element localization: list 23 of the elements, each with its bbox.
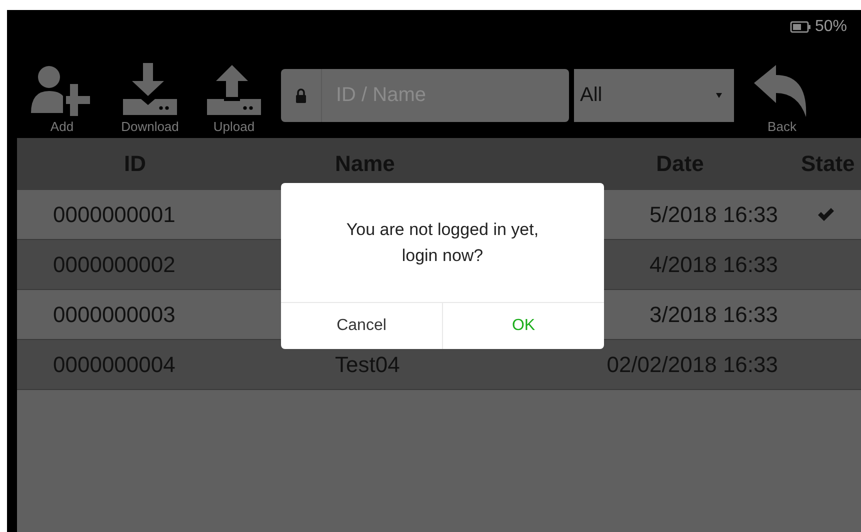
id-cell: 0000000004 xyxy=(53,352,176,376)
upload-icon xyxy=(205,63,263,117)
caret-icon xyxy=(716,93,722,98)
confirm-button[interactable]: OK xyxy=(443,303,604,349)
date-cell: 02/02/2018 16:33 xyxy=(606,352,778,376)
download-button[interactable]: Download xyxy=(121,63,179,134)
lock-icon xyxy=(295,88,307,103)
back-button[interactable]: Back xyxy=(754,65,810,134)
add-button[interactable]: Add xyxy=(29,63,95,134)
filter-dropdown[interactable]: All xyxy=(574,69,734,122)
id-cell: 0000000001 xyxy=(53,202,176,226)
id-cell: 0000000002 xyxy=(53,252,176,276)
id-cell: 0000000003 xyxy=(53,302,176,326)
dialog-message: You are not logged in yet, login now? xyxy=(346,219,539,266)
battery-percentage: 50% xyxy=(814,18,847,36)
download-icon xyxy=(121,63,179,117)
cancel-button[interactable]: Cancel xyxy=(281,303,443,349)
date-cell: 3/2018 16:33 xyxy=(650,302,778,326)
upload-button[interactable]: Upload xyxy=(205,63,263,134)
date-cell: 5/2018 16:33 xyxy=(650,202,778,226)
name-cell: Test04 xyxy=(335,352,400,376)
battery-icon xyxy=(790,21,812,34)
date-cell: 4/2018 16:33 xyxy=(650,252,778,276)
